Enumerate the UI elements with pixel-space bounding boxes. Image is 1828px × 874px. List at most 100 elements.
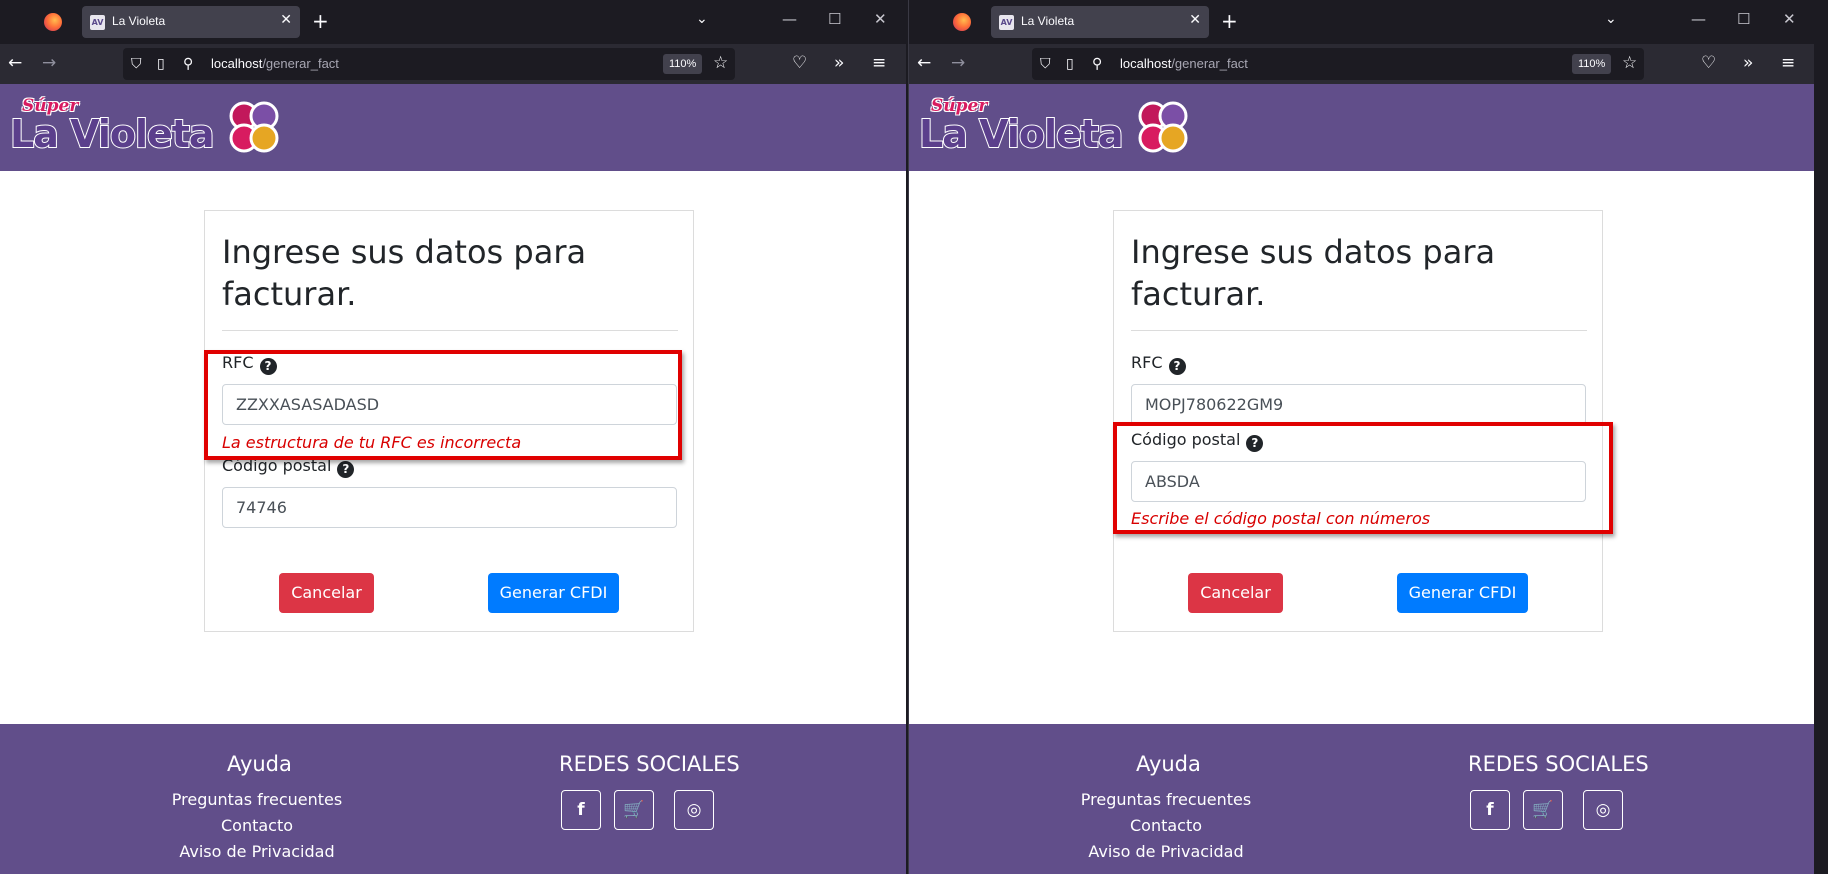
faq-link[interactable]: Preguntas frecuentes <box>172 790 342 809</box>
cancel-button[interactable]: Cancelar <box>1188 573 1283 613</box>
site-footer: Ayuda Preguntas frecuentes Contacto Avis… <box>909 724 1814 874</box>
pocket-icon[interactable]: ♡ <box>792 53 807 73</box>
bookmark-star-icon[interactable]: ☆ <box>713 53 728 73</box>
site-header: Súper La Violeta <box>0 84 906 171</box>
flower-logo-icon <box>229 101 279 153</box>
cart-icon[interactable]: 🛒 <box>614 790 654 830</box>
postal-code-label: Código postal? <box>222 456 355 478</box>
url-bar[interactable]: ⛉ ▯ ⚲ localhost/generar_fact 110% ☆ <box>123 48 735 80</box>
site-header: Súper La Violeta <box>909 84 1814 171</box>
back-button[interactable]: ← <box>8 53 22 73</box>
tab-title: La Violeta <box>112 14 166 28</box>
maximize-button[interactable]: ☐ <box>1737 10 1750 28</box>
postal-code-input[interactable]: 74746 <box>222 487 677 528</box>
generate-cfdi-button[interactable]: Generar CFDI <box>1397 573 1528 613</box>
privacy-link[interactable]: Aviso de Privacidad <box>1088 842 1243 861</box>
form-title: Ingrese sus datos para facturar. <box>222 233 587 313</box>
social-heading: REDES SOCIALES <box>1468 752 1649 776</box>
postal-code-label: Código postal? <box>1131 430 1264 452</box>
help-icon[interactable]: ? <box>1168 358 1186 375</box>
site-logo[interactable]: Súper La Violeta <box>918 96 1195 160</box>
form-title: Ingrese sus datos para facturar. <box>1131 233 1496 313</box>
close-window-button[interactable]: ✕ <box>874 10 887 28</box>
browser-window-right: AV La Violeta ✕ + ⌄ — ☐ ✕ ← → ⛉ ▯ ⚲ loca… <box>908 0 1814 874</box>
divider <box>1131 330 1587 331</box>
navigation-bar: ← → ⛉ ▯ ⚲ localhost/generar_fact 110% ☆ … <box>909 44 1814 84</box>
divider <box>222 330 678 331</box>
rfc-label: RFC? <box>222 353 277 375</box>
social-heading: REDES SOCIALES <box>559 752 740 776</box>
site-favicon-icon: AV <box>90 15 105 30</box>
page-icon[interactable]: ▯ <box>1066 56 1074 72</box>
close-window-button[interactable]: ✕ <box>1783 10 1796 28</box>
menu-icon[interactable]: ≡ <box>1781 53 1795 73</box>
help-icon[interactable]: ? <box>1246 435 1264 452</box>
tab-list-chevron-icon[interactable]: ⌄ <box>1605 11 1617 27</box>
cancel-button[interactable]: Cancelar <box>279 573 374 613</box>
site-favicon-icon: AV <box>999 15 1014 30</box>
new-tab-button[interactable]: + <box>1221 9 1238 33</box>
browser-tab[interactable]: AV La Violeta ✕ <box>82 6 300 38</box>
tab-title: La Violeta <box>1021 14 1075 28</box>
help-icon[interactable]: ? <box>259 358 277 375</box>
postal-code-error-message: Escribe el código postal con números <box>1131 509 1431 528</box>
pocket-icon[interactable]: ♡ <box>1701 53 1716 73</box>
web-page: Súper La Violeta Ingrese sus datos para … <box>0 84 906 874</box>
tab-list-chevron-icon[interactable]: ⌄ <box>696 11 708 27</box>
firefox-icon <box>953 13 971 31</box>
rfc-label: RFC? <box>1131 353 1186 375</box>
url-bar[interactable]: ⛉ ▯ ⚲ localhost/generar_fact 110% ☆ <box>1032 48 1644 80</box>
url-text[interactable]: localhost/generar_fact <box>1120 56 1248 71</box>
billing-form-card: Ingrese sus datos para facturar. RFC? MO… <box>1113 210 1603 632</box>
site-footer: Ayuda Preguntas frecuentes Contacto Avis… <box>0 724 906 874</box>
tab-bar: AV La Violeta ✕ + ⌄ — ☐ ✕ <box>909 0 1814 44</box>
new-tab-button[interactable]: + <box>312 9 329 33</box>
shield-icon[interactable]: ⛉ <box>1040 56 1051 72</box>
faq-link[interactable]: Preguntas frecuentes <box>1081 790 1251 809</box>
page-icon[interactable]: ▯ <box>157 56 165 72</box>
bookmark-star-icon[interactable]: ☆ <box>1622 53 1637 73</box>
rfc-error-message: La estructura de tu RFC es incorrecta <box>222 433 522 452</box>
cart-icon[interactable]: 🛒 <box>1523 790 1563 830</box>
browser-tab[interactable]: AV La Violeta ✕ <box>991 6 1209 38</box>
flower-logo-icon <box>1138 101 1188 153</box>
back-button[interactable]: ← <box>917 53 931 73</box>
url-text[interactable]: localhost/generar_fact <box>211 56 339 71</box>
privacy-link[interactable]: Aviso de Privacidad <box>179 842 334 861</box>
close-tab-icon[interactable]: ✕ <box>1189 12 1201 28</box>
navigation-bar: ← → ⛉ ▯ ⚲ localhost/generar_fact 110% ☆ … <box>0 44 906 84</box>
zoom-level-badge[interactable]: 110% <box>663 54 703 74</box>
tab-bar: AV La Violeta ✕ + ⌄ — ☐ ✕ <box>0 0 906 44</box>
facebook-icon[interactable]: f <box>1470 790 1510 830</box>
help-icon[interactable]: ? <box>337 461 355 478</box>
postal-code-input[interactable]: ABSDA <box>1131 461 1586 502</box>
forward-button[interactable]: → <box>951 53 965 73</box>
zoom-level-badge[interactable]: 110% <box>1572 54 1612 74</box>
maximize-button[interactable]: ☐ <box>828 10 841 28</box>
permissions-icon[interactable]: ⚲ <box>1092 56 1102 72</box>
extensions-overflow-icon[interactable]: » <box>1743 53 1753 73</box>
permissions-icon[interactable]: ⚲ <box>183 56 193 72</box>
billing-form-card: Ingrese sus datos para facturar. RFC? ZZ… <box>204 210 694 632</box>
instagram-icon[interactable]: ◎ <box>674 790 714 830</box>
extensions-overflow-icon[interactable]: » <box>834 53 844 73</box>
footer-help-heading: Ayuda <box>1136 752 1201 776</box>
rfc-input[interactable]: ZZXXASASADASD <box>222 384 677 425</box>
web-page: Súper La Violeta Ingrese sus datos para … <box>909 84 1814 874</box>
menu-icon[interactable]: ≡ <box>872 53 886 73</box>
generate-cfdi-button[interactable]: Generar CFDI <box>488 573 619 613</box>
rfc-input[interactable]: MOPJ780622GM9 <box>1131 384 1586 425</box>
site-logo[interactable]: Súper La Violeta <box>9 96 286 160</box>
close-tab-icon[interactable]: ✕ <box>280 12 292 28</box>
firefox-icon <box>44 13 62 31</box>
footer-help-heading: Ayuda <box>227 752 292 776</box>
forward-button[interactable]: → <box>42 53 56 73</box>
shield-icon[interactable]: ⛉ <box>131 56 142 72</box>
facebook-icon[interactable]: f <box>561 790 601 830</box>
browser-window-left: AV La Violeta ✕ + ⌄ — ☐ ✕ ← → ⛉ ▯ ⚲ loca… <box>0 0 906 874</box>
contact-link[interactable]: Contacto <box>1130 816 1202 835</box>
minimize-button[interactable]: — <box>1691 10 1706 28</box>
instagram-icon[interactable]: ◎ <box>1583 790 1623 830</box>
minimize-button[interactable]: — <box>782 10 797 28</box>
contact-link[interactable]: Contacto <box>221 816 293 835</box>
